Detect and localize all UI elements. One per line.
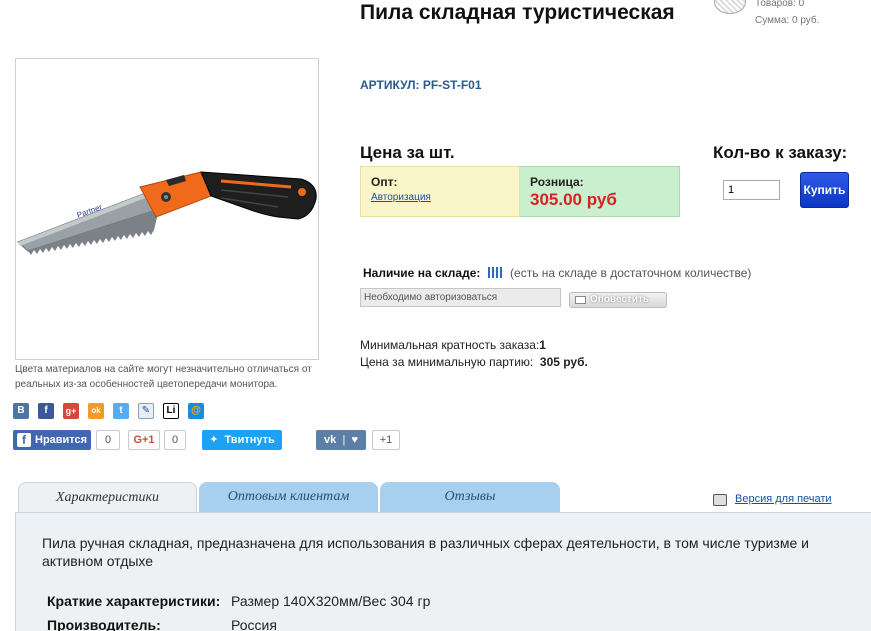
liveinternet-icon[interactable]: Li bbox=[163, 403, 179, 419]
vk-like-count: +1 bbox=[372, 430, 400, 450]
facebook-like-button[interactable]: f Нравится bbox=[13, 430, 91, 450]
multiplicity-label: Минимальная кратность заказа: bbox=[360, 338, 540, 352]
vk-like-button[interactable]: vk | ♥ bbox=[316, 430, 366, 450]
envelope-icon bbox=[575, 296, 586, 304]
cart-icon[interactable] bbox=[714, 0, 746, 14]
wholesale-label: Опт: bbox=[371, 175, 398, 189]
google-plus-icon[interactable]: g+ bbox=[63, 403, 79, 419]
tab-reviews[interactable]: Отзывы bbox=[380, 482, 560, 512]
notify-label: Оповестить bbox=[590, 294, 650, 305]
facebook-like-count: 0 bbox=[96, 430, 120, 450]
batch-price-value: 305 руб. bbox=[539, 355, 588, 369]
batch-price-label: Цена за минимальную партию: bbox=[360, 355, 534, 369]
spec-label: Краткие характеристики: bbox=[47, 593, 221, 609]
google-plus-count: 0 bbox=[164, 430, 186, 450]
authorization-link[interactable]: Авторизация bbox=[371, 192, 519, 203]
cart-items-count: Товаров: 0 bbox=[755, 0, 805, 9]
product-article: АРТИКУЛ: PF-ST-F01 bbox=[360, 78, 482, 92]
stock-label: Наличие на складе: bbox=[363, 266, 481, 280]
twitter-icon[interactable]: t bbox=[113, 403, 129, 419]
facebook-icon: f bbox=[17, 433, 31, 447]
multiplicity-value: 1 bbox=[539, 338, 546, 352]
vkontakte-icon[interactable]: B bbox=[13, 403, 29, 419]
stock-note: (есть на складе в достаточном количестве… bbox=[510, 266, 752, 280]
facebook-like-label: Нравится bbox=[35, 434, 88, 446]
notify-email-field[interactable]: Необходимо авторизоваться bbox=[360, 288, 561, 307]
image-color-disclaimer: Цвета материалов на сайте могут незначит… bbox=[15, 364, 312, 390]
folding-saw-image: Partner bbox=[17, 171, 317, 255]
facebook-icon[interactable]: f bbox=[38, 403, 54, 419]
spec-label: Производитель: bbox=[47, 617, 161, 631]
vk-label: vk bbox=[324, 434, 337, 446]
product-image[interactable]: Partner bbox=[15, 58, 319, 360]
heart-icon: ♥ bbox=[351, 434, 358, 446]
retail-label: Розница: bbox=[530, 175, 584, 189]
mail-ru-icon[interactable]: @ bbox=[188, 403, 204, 419]
minimum-order-info: Минимальная кратность заказа:1 Цена за м… bbox=[360, 337, 588, 371]
printer-icon[interactable] bbox=[713, 494, 727, 506]
share-icons-row: B f g+ ok t ✎ Li @ bbox=[13, 403, 213, 421]
tab-content-panel bbox=[15, 512, 871, 631]
price-header: Цена за шт. bbox=[360, 143, 455, 162]
product-description: Пила ручная складная, предназначена для … bbox=[42, 535, 809, 569]
notify-button[interactable]: Оповестить bbox=[569, 292, 667, 308]
cart-summary[interactable]: Товаров: 0 Сумма: 0 руб. bbox=[755, 0, 819, 29]
twitter-icon: ✦ bbox=[209, 434, 219, 446]
odnoklassniki-icon[interactable]: ok bbox=[88, 403, 104, 419]
stock-status: Наличие на складе: (есть на складе в дос… bbox=[363, 266, 751, 280]
tab-characteristics[interactable]: Характеристики bbox=[18, 482, 197, 512]
tweet-label: Твитнуть bbox=[224, 434, 275, 446]
product-title: Пила складная туристическая bbox=[360, 1, 675, 24]
google-plus-one-button[interactable]: G+1 bbox=[128, 430, 160, 450]
print-version-link[interactable]: Версия для печати bbox=[735, 493, 832, 505]
stock-level-icon bbox=[487, 267, 503, 278]
spec-value: Россия bbox=[231, 617, 277, 631]
tab-wholesale-clients[interactable]: Оптовым клиентам bbox=[199, 482, 378, 512]
quantity-input[interactable] bbox=[723, 180, 780, 200]
quantity-header: Кол-во к заказу: bbox=[713, 143, 848, 162]
retail-price: 305.00 руб bbox=[530, 190, 617, 209]
wholesale-price-cell: Опт: Авторизация bbox=[360, 166, 520, 217]
retail-price-cell: Розница: 305.00 руб bbox=[520, 166, 680, 217]
buy-button[interactable]: Купить bbox=[800, 172, 849, 208]
spec-value: Размер 140X320мм/Вес 304 гр bbox=[231, 593, 431, 609]
cart-sum: Сумма: 0 руб. bbox=[755, 15, 820, 26]
livejournal-icon[interactable]: ✎ bbox=[138, 403, 154, 419]
tweet-button[interactable]: ✦ Твитнуть bbox=[202, 430, 282, 450]
